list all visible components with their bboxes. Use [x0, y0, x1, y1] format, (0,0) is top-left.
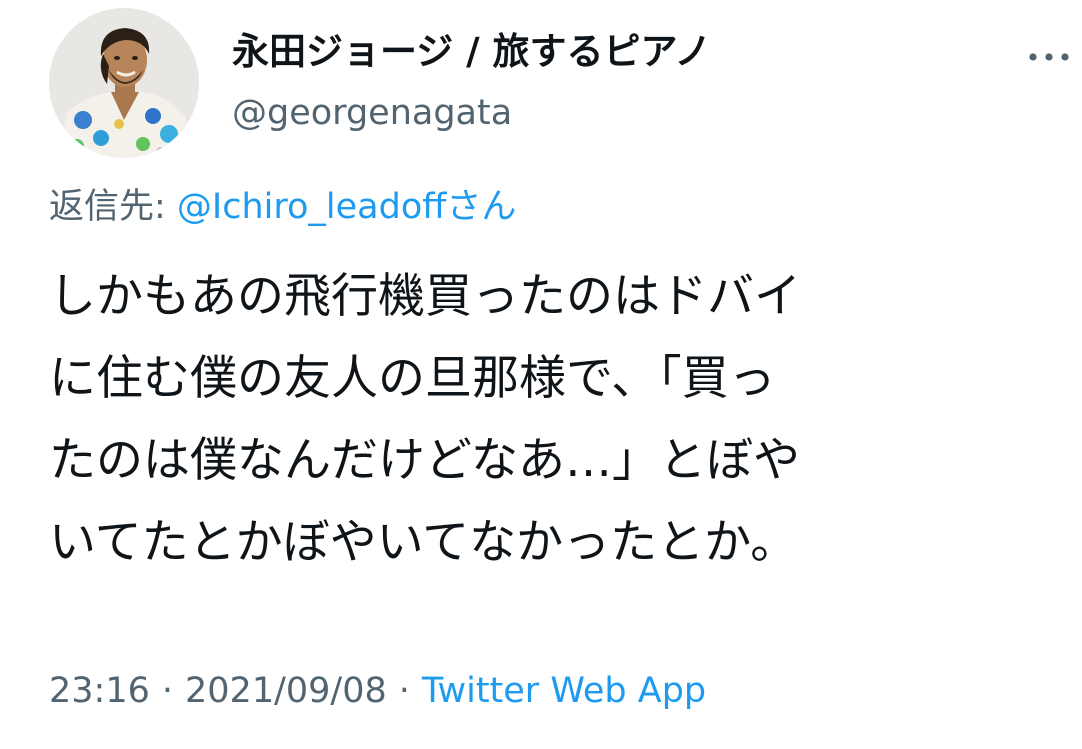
tweet-text-line: たのは僕なんだけどなあ…」とぼや	[49, 433, 801, 488]
more-dots-graphic	[1029, 53, 1069, 61]
tweet-metadata: 23:16 · 2021/09/08 · Twitter Web App	[49, 666, 706, 716]
avatar[interactable]	[49, 8, 199, 158]
more-horizontal-icon[interactable]	[1024, 42, 1074, 72]
tweet-time[interactable]: 23:16	[49, 671, 150, 711]
reply-prefix: 返信先:	[49, 187, 177, 227]
tweet-text-line: しかもあの飛行機買ったのはドバイ	[49, 269, 801, 324]
author-handle[interactable]: @georgenagata	[232, 90, 512, 136]
tweet-date[interactable]: 2021/09/08	[185, 671, 387, 711]
tweet-text-line: いてたとかぼやいてなかったとか。	[49, 515, 798, 570]
tweet-card: 永田ジョージ / 旅するピアノ @georgenagata 返信先: @Ichi…	[0, 0, 1082, 749]
meta-separator: ·	[161, 671, 174, 711]
tweet-text: しかもあの飛行機買ったのはドバイ に住む僕の友人の旦那様で、「買っ たのは僕なん…	[49, 256, 1059, 584]
author-display-name[interactable]: 永田ジョージ / 旅するピアノ	[232, 28, 711, 76]
tweet-source-link[interactable]: Twitter Web App	[422, 671, 706, 711]
meta-separator: ·	[398, 671, 410, 711]
reply-suffix: さん	[446, 187, 517, 227]
tweet-text-line: に住む僕の友人の旦那様で、「買っ	[49, 351, 776, 406]
reply-context: 返信先: @Ichiro_leadoffさん	[49, 184, 516, 230]
reply-user-link[interactable]: @Ichiro_leadoff	[177, 187, 446, 227]
avatar-photo	[49, 8, 199, 158]
